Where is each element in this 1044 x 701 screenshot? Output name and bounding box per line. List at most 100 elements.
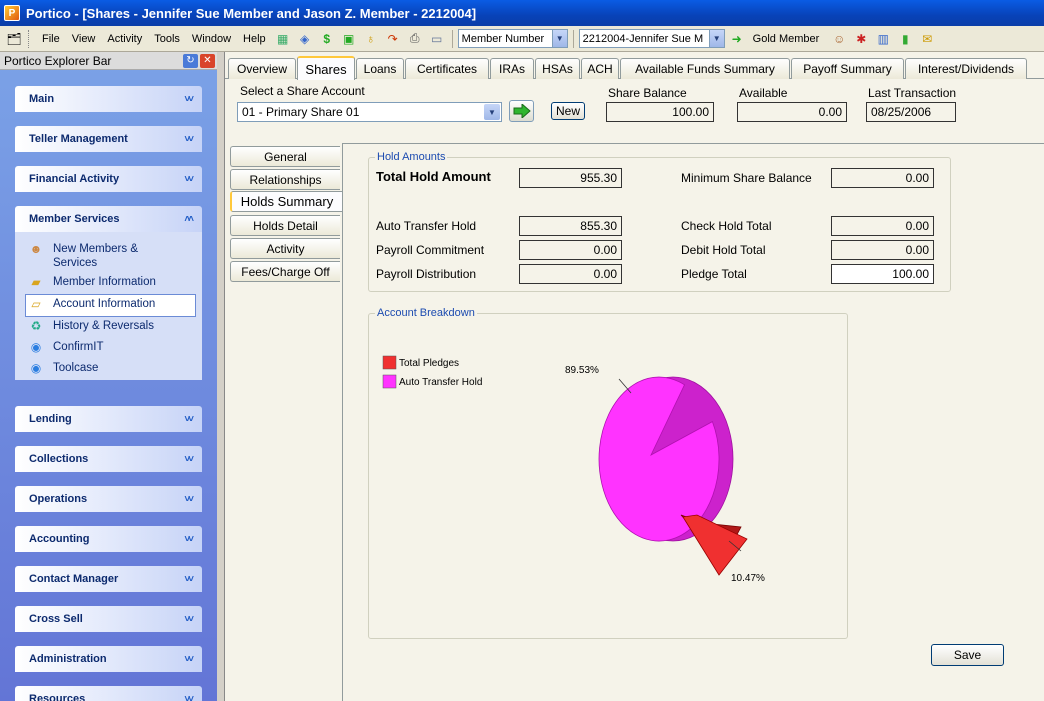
member-services-items: ☻ New Members & Services ▰ Member Informat…	[15, 232, 202, 380]
share-balance-label: Share Balance	[608, 86, 687, 100]
people-icon: ☻	[29, 242, 43, 256]
data-label: 10.47%	[731, 573, 765, 584]
printer-icon[interactable]: ⎙	[406, 30, 424, 48]
save-button[interactable]: Save	[931, 644, 1004, 666]
available-label: Available	[739, 86, 788, 100]
sidebar-item-toolcase[interactable]: ◉ Toolcase	[15, 359, 202, 380]
explorer-bar: Portico Explorer Bar ↻ ✕ Main ˅˅ Teller M…	[0, 52, 217, 701]
group-resources[interactable]: Resources ˅˅	[15, 686, 202, 701]
search-type-select[interactable]: Member Number ▼	[457, 29, 568, 48]
window-title: Portico - [Shares - Jennifer Sue Member …	[26, 5, 477, 21]
chevron-down-icon: ▼	[484, 104, 500, 120]
app-menu-icon[interactable]: 🗂	[5, 30, 23, 48]
go-arrow-icon[interactable]: ➜	[728, 30, 746, 48]
share-account-select[interactable]: 01 - Primary Share 01 ▼	[237, 102, 502, 122]
share-balance-field: 100.00	[606, 102, 714, 122]
sidebar-item-confirmit[interactable]: ◉ ConfirmIT	[15, 338, 202, 359]
pledge-total-label: Pledge Total	[681, 267, 747, 281]
arrow-right-icon	[513, 104, 531, 118]
document-icon[interactable]: ▭	[428, 30, 446, 48]
group-accounting[interactable]: Accounting ˅˅	[15, 526, 202, 552]
tab-hsas[interactable]: HSAs	[535, 58, 580, 79]
app-icon: P	[4, 5, 20, 21]
tab-certificates[interactable]: Certificates	[405, 58, 489, 79]
min-balance-field: 0.00	[831, 168, 934, 188]
toolbar-separator	[451, 29, 453, 48]
tab-overview[interactable]: Overview	[228, 58, 296, 79]
tab-interest-dividends[interactable]: Interest/Dividends	[905, 58, 1027, 79]
sidebar-item-new-members[interactable]: ☻ New Members & Services	[15, 240, 202, 273]
group-lending[interactable]: Lending ˅˅	[15, 406, 202, 432]
tab-shares[interactable]: Shares	[297, 56, 355, 80]
sidebar-item-account-information[interactable]: ▱ Account Information	[25, 294, 196, 317]
explorer-bar-title: Portico Explorer Bar	[4, 53, 112, 68]
sidebar-item-history-reversals[interactable]: ♻ History & Reversals	[15, 317, 202, 338]
bag-icon[interactable]: ♁	[362, 30, 380, 48]
min-balance-label: Minimum Share Balance	[681, 171, 812, 185]
share-account-value: 01 - Primary Share 01	[242, 105, 360, 119]
group-member-services[interactable]: Member Services ˄˄	[15, 206, 202, 232]
side-tab-holds-summary[interactable]: Holds Summary	[230, 191, 342, 212]
menu-window[interactable]: Window	[187, 31, 236, 47]
chevron-down-icon: ▼	[551, 30, 567, 47]
tab-available-funds-summary[interactable]: Available Funds Summary	[620, 58, 790, 79]
menu-file[interactable]: File	[37, 31, 65, 47]
account-breakdown-legend: Account Breakdown	[377, 307, 475, 319]
legend-swatch	[382, 374, 397, 389]
battery-icon[interactable]: ▮	[896, 30, 914, 48]
group-collections[interactable]: Collections ˅˅	[15, 446, 202, 472]
expand-icon: ˅˅	[184, 573, 194, 585]
side-tab-holds-detail[interactable]: Holds Detail	[230, 215, 340, 236]
explorer-bar-header: Portico Explorer Bar ↻ ✕	[0, 52, 217, 70]
menu-help[interactable]: Help	[238, 31, 271, 47]
chart-icon[interactable]: ▥	[874, 30, 892, 48]
menu-activity[interactable]: Activity	[102, 31, 147, 47]
expand-icon: ˅˅	[184, 613, 194, 625]
folder-icon: ▰	[31, 275, 41, 289]
group-cross-sell[interactable]: Cross Sell ˅˅	[15, 606, 202, 632]
calculator-icon[interactable]: ▦	[274, 30, 292, 48]
refresh-icon[interactable]: ↻	[183, 53, 198, 68]
money-icon[interactable]: ▣	[340, 30, 358, 48]
side-tab-fees-charge-off[interactable]: Fees/Charge Off	[230, 261, 340, 282]
group-teller-management[interactable]: Teller Management ˅˅	[15, 126, 202, 152]
redo-icon[interactable]: ↷	[384, 30, 402, 48]
close-icon[interactable]: ✕	[200, 53, 215, 68]
expand-icon: ˅˅	[184, 493, 194, 505]
legend-label: Auto Transfer Hold	[399, 377, 482, 388]
menu-view[interactable]: View	[67, 31, 101, 47]
tab-payoff-summary[interactable]: Payoff Summary	[791, 58, 904, 79]
menu-toolbar: 🗂 File View Activity Tools Window Help ▦…	[0, 26, 1044, 52]
member-select[interactable]: 2212004-Jennifer Sue M ▼	[578, 29, 725, 48]
tab-loans[interactable]: Loans	[356, 58, 404, 79]
menu-tools[interactable]: Tools	[149, 31, 185, 47]
payroll-distribution-label: Payroll Distribution	[376, 267, 477, 281]
debit-hold-label: Debit Hold Total	[681, 243, 766, 257]
folder-open-icon: ▱	[31, 297, 41, 311]
expand-icon: ˅˅	[184, 533, 194, 545]
sidebar-item-member-information[interactable]: ▰ Member Information	[15, 273, 202, 294]
tab-ach[interactable]: ACH	[581, 58, 619, 79]
tab-iras[interactable]: IRAs	[490, 58, 534, 79]
side-tab-activity[interactable]: Activity	[230, 238, 340, 259]
new-button[interactable]: New	[551, 102, 585, 120]
group-administration[interactable]: Administration ˅˅	[15, 646, 202, 672]
search-type-value: Member Number	[461, 32, 545, 45]
group-operations[interactable]: Operations ˅˅	[15, 486, 202, 512]
hold-amounts-legend: Hold Amounts	[377, 151, 446, 163]
group-financial-activity[interactable]: Financial Activity ˅˅	[15, 166, 202, 192]
eraser-icon[interactable]: ◈	[296, 30, 314, 48]
side-tab-general[interactable]: General	[230, 146, 340, 167]
title-bar: P Portico - [Shares - Jennifer Sue Membe…	[0, 0, 1044, 26]
users-icon[interactable]: ☺	[830, 30, 848, 48]
mail-icon[interactable]: ✉	[918, 30, 936, 48]
group-main[interactable]: Main ˅˅	[15, 86, 202, 112]
bug-icon[interactable]: ✱	[852, 30, 870, 48]
leader-line	[618, 378, 632, 394]
payroll-commitment-field: 0.00	[519, 240, 622, 260]
go-button[interactable]	[509, 100, 534, 122]
legend-label: Total Pledges	[399, 358, 459, 369]
side-tab-relationships[interactable]: Relationships	[230, 169, 340, 190]
group-contact-manager[interactable]: Contact Manager ˅˅	[15, 566, 202, 592]
dollar-icon[interactable]: $	[318, 30, 336, 48]
